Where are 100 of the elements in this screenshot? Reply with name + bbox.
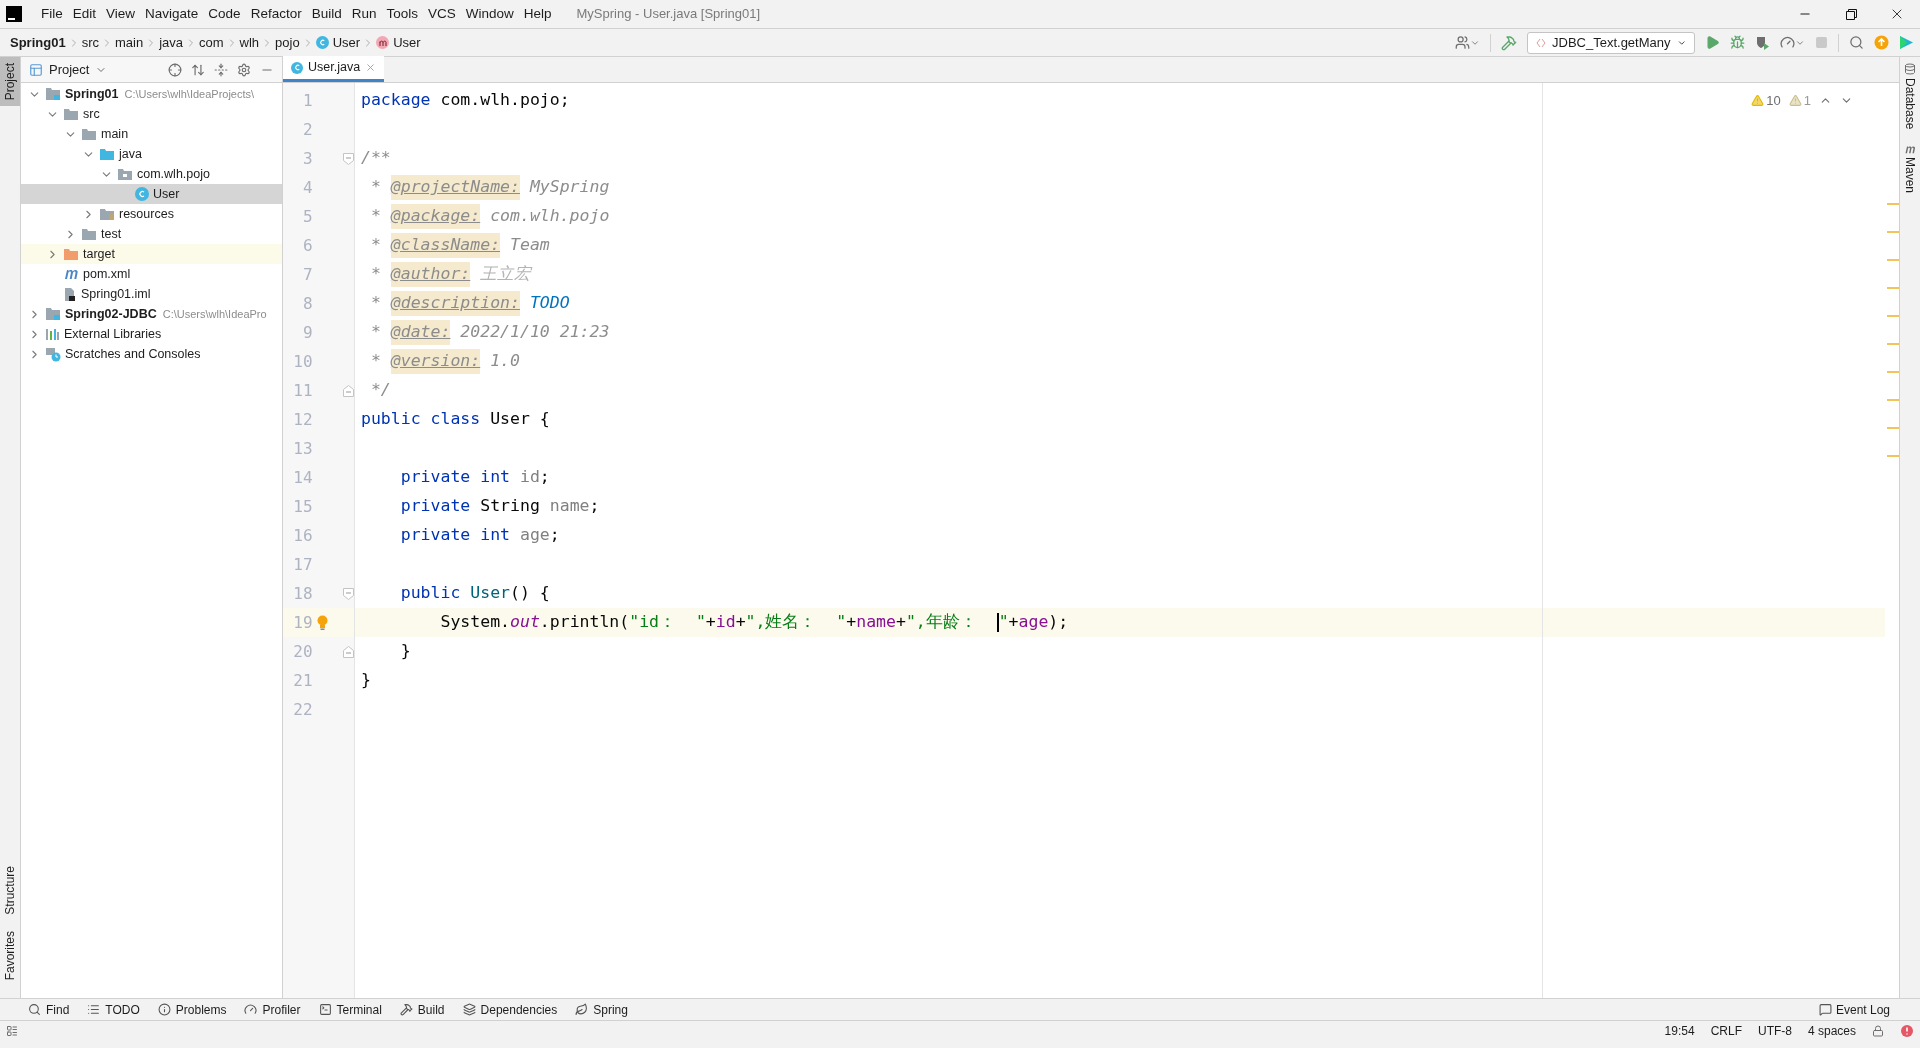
line-number: 3 bbox=[301, 147, 313, 170]
run-configuration-dropdown[interactable]: JDBC_Text.getMany bbox=[1527, 31, 1695, 54]
tool-window-tab[interactable]: Favorites bbox=[0, 922, 20, 988]
tool-window-tab[interactable]: Structure bbox=[0, 857, 20, 923]
tool-window-button[interactable]: Build bbox=[399, 1000, 445, 1019]
menu-item[interactable]: Edit bbox=[67, 3, 102, 25]
menu-item[interactable]: Tools bbox=[381, 3, 423, 25]
folder-icon bbox=[81, 127, 97, 141]
menu-item[interactable]: Build bbox=[306, 3, 347, 25]
tool-window-button[interactable]: Dependencies bbox=[462, 1000, 558, 1019]
close-icon[interactable] bbox=[365, 62, 377, 73]
menu-item[interactable]: VCS bbox=[423, 3, 461, 25]
breadcrumb[interactable]: User bbox=[332, 32, 361, 53]
menu-item[interactable]: Refactor bbox=[245, 3, 307, 25]
tree-item[interactable]: External Libraries bbox=[21, 324, 282, 344]
tool-window-tab[interactable]: Database bbox=[1901, 63, 1919, 130]
breadcrumb[interactable]: Spring01 bbox=[10, 32, 66, 53]
line-number: 21 bbox=[292, 669, 313, 692]
fold-marker-icon[interactable] bbox=[343, 645, 354, 658]
module-folder-icon bbox=[45, 87, 61, 101]
info-icon bbox=[157, 1003, 171, 1016]
run-icon[interactable] bbox=[1705, 35, 1720, 50]
hammer-icon[interactable] bbox=[1501, 34, 1517, 51]
breadcrumb[interactable]: com bbox=[199, 32, 224, 53]
tool-window-button[interactable]: Profiler bbox=[244, 1000, 301, 1019]
tool-window-tab[interactable]: Maven bbox=[1901, 145, 1919, 194]
tree-item[interactable]: Spring01.iml bbox=[21, 284, 282, 304]
error-icon[interactable] bbox=[1900, 1023, 1914, 1038]
tree-item-label: Spring01.iml bbox=[81, 285, 151, 303]
tool-window-button[interactable]: Find bbox=[28, 1000, 70, 1019]
tree-item[interactable]: Spring02-JDBC C:\Users\wlh\IdeaPro bbox=[21, 304, 282, 324]
code-line: } bbox=[361, 669, 371, 692]
tree-item[interactable]: java bbox=[21, 144, 282, 164]
locate-icon[interactable] bbox=[168, 62, 182, 77]
status-item[interactable]: UTF-8 bbox=[1757, 1021, 1792, 1040]
tree-item[interactable]: resources bbox=[21, 204, 282, 224]
tree-item-label: resources bbox=[119, 205, 174, 223]
menu-item[interactable]: File bbox=[36, 3, 68, 25]
tool-window-button[interactable]: Terminal bbox=[318, 1000, 382, 1019]
warning-icon[interactable] bbox=[1788, 94, 1802, 108]
terminal-icon bbox=[318, 1003, 332, 1016]
menu-item[interactable]: Window bbox=[460, 3, 519, 25]
project-view-icon bbox=[29, 62, 43, 77]
coverage-icon[interactable] bbox=[1755, 35, 1770, 50]
stop-icon[interactable] bbox=[1815, 36, 1828, 49]
code-line: package com.wlh.pojo; bbox=[361, 89, 570, 112]
tree-item[interactable]: com.wlh.pojo bbox=[21, 164, 282, 184]
collapse-all-icon[interactable] bbox=[214, 62, 228, 77]
plugin-logo-icon[interactable] bbox=[1899, 35, 1914, 50]
fold-marker-icon[interactable] bbox=[343, 152, 354, 165]
tree-item[interactable]: main bbox=[21, 124, 282, 144]
tree-item[interactable]: Spring01 C:\Users\wlh\IdeaProjects\ bbox=[21, 84, 282, 104]
code-line: private int id; bbox=[399, 466, 550, 489]
tree-item[interactable]: User bbox=[21, 184, 282, 204]
fold-marker-icon[interactable] bbox=[343, 384, 354, 397]
status-item[interactable]: 4 spaces bbox=[1807, 1021, 1856, 1040]
breadcrumb[interactable]: java bbox=[159, 32, 183, 53]
breadcrumb[interactable]: src bbox=[81, 32, 99, 53]
breadcrumb[interactable]: wlh bbox=[239, 32, 260, 53]
debug-icon[interactable] bbox=[1730, 35, 1745, 50]
tree-item-label: Spring02-JDBC bbox=[65, 305, 157, 323]
lock-icon[interactable] bbox=[1872, 1024, 1884, 1037]
profiler-icon[interactable] bbox=[1780, 35, 1805, 50]
breadcrumb[interactable]: User bbox=[393, 32, 421, 53]
lightbulb-icon[interactable] bbox=[316, 614, 328, 631]
expand-all-icon[interactable] bbox=[191, 62, 205, 77]
line-number: 19 bbox=[292, 611, 313, 634]
tree-item[interactable]: test bbox=[21, 224, 282, 244]
menu-item[interactable]: View bbox=[101, 3, 141, 25]
menu-item[interactable]: Navigate bbox=[140, 3, 204, 25]
layout-icon[interactable] bbox=[6, 1024, 18, 1037]
editor-tab[interactable]: User.java bbox=[283, 56, 385, 82]
folder-icon bbox=[63, 247, 79, 261]
search-icon[interactable] bbox=[1849, 35, 1864, 50]
folder-icon bbox=[81, 227, 97, 241]
panel-title[interactable]: Project bbox=[49, 59, 90, 80]
menu-item[interactable]: Run bbox=[346, 3, 382, 25]
warning-icon[interactable] bbox=[1751, 94, 1765, 108]
tree-item[interactable]: Scratches and Consoles bbox=[21, 344, 282, 364]
line-number: 22 bbox=[292, 698, 313, 721]
event-log-button[interactable]: Event Log bbox=[1818, 1000, 1890, 1019]
status-item[interactable]: 19:54 bbox=[1664, 1021, 1695, 1040]
tool-window-button[interactable]: Spring bbox=[575, 1000, 628, 1019]
settings-icon[interactable] bbox=[237, 62, 251, 77]
breadcrumb[interactable]: main bbox=[114, 32, 144, 53]
update-icon[interactable] bbox=[1874, 35, 1889, 50]
tool-window-button[interactable]: TODO bbox=[87, 1000, 140, 1019]
breadcrumb[interactable]: pojo bbox=[275, 32, 300, 53]
tree-item[interactable]: src bbox=[21, 104, 282, 124]
fold-marker-icon[interactable] bbox=[343, 587, 354, 600]
tree-item[interactable]: target bbox=[21, 244, 282, 264]
menu-item[interactable]: Code bbox=[203, 3, 246, 25]
tree-item-label: test bbox=[101, 225, 122, 243]
user-menu-icon[interactable] bbox=[1455, 35, 1480, 50]
status-item[interactable]: CRLF bbox=[1710, 1021, 1742, 1040]
warning-count[interactable]: 10 bbox=[1766, 91, 1781, 111]
tree-item[interactable]: pom.xml bbox=[21, 264, 282, 284]
tool-window-tab[interactable]: Project bbox=[0, 57, 20, 107]
menu-item[interactable]: Help bbox=[518, 3, 557, 25]
tool-window-button[interactable]: Problems bbox=[157, 1000, 227, 1019]
